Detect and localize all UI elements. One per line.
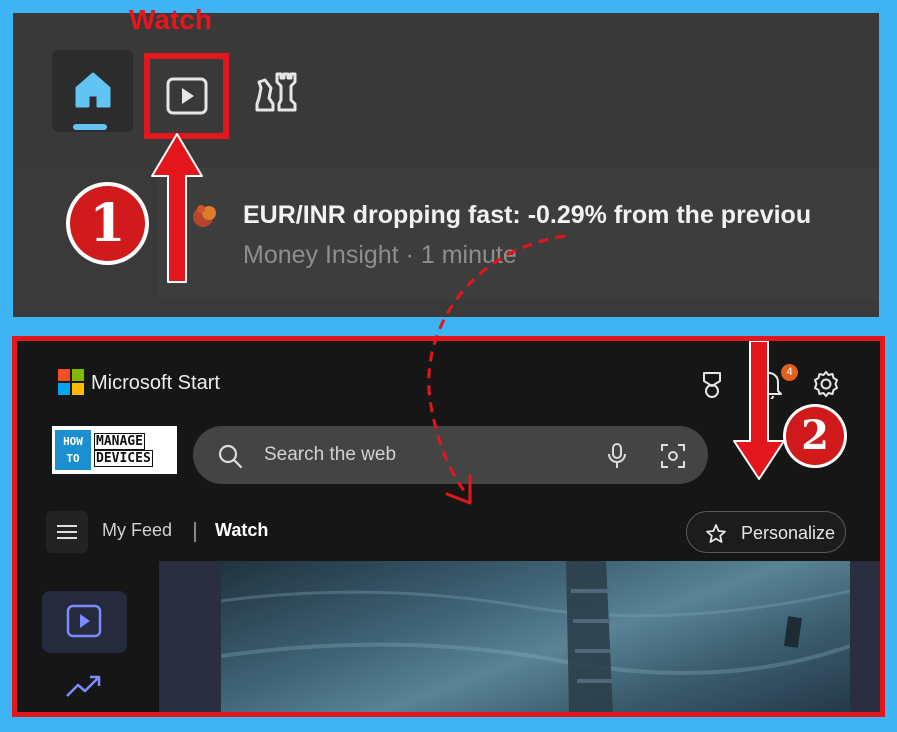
tab-my-feed[interactable]: My Feed (102, 520, 172, 541)
side-rail (17, 561, 157, 712)
microsoft-logo-icon (58, 369, 84, 395)
microphone-icon[interactable] (606, 442, 628, 470)
star-edit-icon (706, 524, 726, 543)
play-icon (166, 77, 208, 115)
search-icon (218, 444, 243, 469)
howtomanagedevices-logo: HOW TO MANAGE DEVICES (52, 426, 177, 474)
news-title[interactable]: EUR/INR dropping fast: -0.29% from the p… (243, 201, 811, 230)
gear-icon[interactable] (812, 370, 840, 398)
microsoft-start-panel: Microsoft Start 4 2 HOW TO MANAGE DEVICE… (12, 336, 885, 717)
search-box[interactable]: Search the web (193, 426, 708, 484)
step-badge-1: 1 (66, 182, 149, 265)
arrow-down-annotation (733, 341, 785, 480)
hamburger-icon (57, 525, 77, 539)
news-meta: Money Insight · 1 minute (243, 241, 517, 269)
play-icon (66, 604, 102, 638)
step-badge-2: 2 (783, 404, 847, 468)
active-tab-indicator (73, 124, 107, 130)
arrow-up-annotation (151, 133, 203, 283)
video-feed (159, 561, 880, 712)
search-input[interactable]: Search the web (264, 444, 396, 466)
menu-button[interactable] (46, 511, 88, 553)
nav-divider (194, 522, 196, 542)
brand-title: Microsoft Start (91, 372, 220, 394)
tab-watch-feed[interactable]: Watch (215, 520, 268, 541)
home-icon (75, 72, 111, 108)
rail-item-video[interactable] (42, 591, 127, 653)
watch-caption-annotation: Watch (129, 4, 212, 35)
chess-icon (255, 72, 297, 112)
taskbar-widget-panel: EUR/INR dropping fast: -0.29% from the p… (13, 13, 879, 317)
tab-home[interactable] (52, 50, 133, 132)
tab-watch[interactable] (144, 53, 229, 139)
trending-icon[interactable] (65, 673, 103, 699)
personalize-button[interactable]: Personalize (686, 511, 846, 553)
tab-games[interactable] (251, 70, 299, 119)
visual-search-icon[interactable] (659, 442, 687, 470)
rewards-icon[interactable] (700, 371, 724, 399)
widget-tab-strip (13, 13, 879, 168)
video-thumbnail[interactable] (221, 561, 850, 712)
news-card[interactable] (158, 168, 879, 300)
earth-orbit-image (221, 561, 850, 712)
